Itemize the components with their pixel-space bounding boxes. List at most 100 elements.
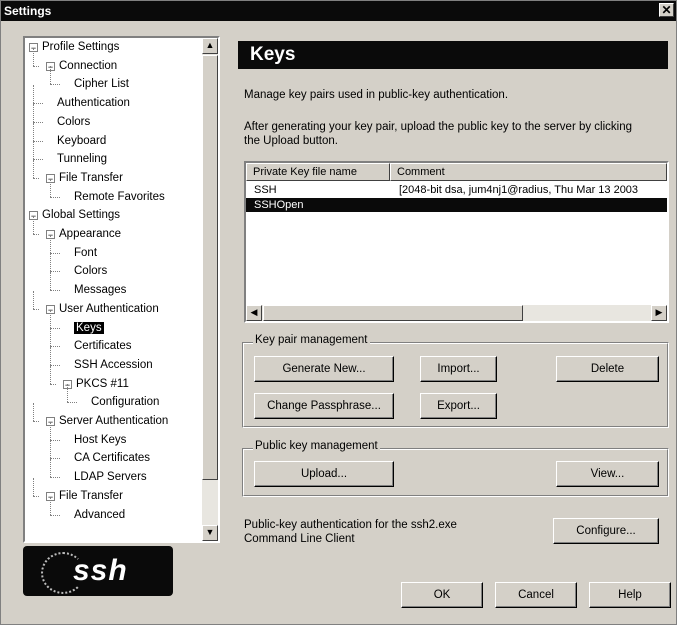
column-header-comment[interactable]: Comment — [390, 163, 667, 181]
scroll-left-arrow-icon[interactable]: ◀ — [246, 305, 262, 321]
key-comment: [2048-bit dsa, jum4nj1@radius, Thu Mar 1… — [399, 184, 639, 196]
view-button[interactable]: View... — [556, 461, 659, 487]
tree-item[interactable]: Font — [74, 246, 97, 260]
tree-item[interactable]: Advanced — [74, 508, 125, 522]
page-header: Keys — [238, 41, 668, 69]
tree-connector-line — [33, 85, 34, 104]
tree-scroll-thumb[interactable] — [202, 55, 218, 480]
table-row[interactable]: SSH [2048-bit dsa, jum4nj1@radius, Thu M… — [246, 183, 667, 197]
ok-button[interactable]: OK — [401, 582, 483, 608]
generate-new-button[interactable]: Generate New... — [254, 356, 394, 382]
tree-item[interactable]: Colors — [74, 264, 107, 278]
tree-item-label: Advanced — [74, 508, 126, 521]
tree-item[interactable]: Keyboard — [57, 134, 106, 148]
tree-connector-line — [50, 459, 51, 478]
tree-connector-line — [33, 141, 34, 160]
tree-item[interactable]: Messages — [74, 283, 126, 297]
tree-item-label: SSH Accession — [74, 358, 153, 371]
tree-connector-line — [50, 328, 51, 347]
tree-connector-line — [33, 216, 34, 234]
tree-item-label: Certificates — [74, 340, 132, 353]
tree-connector-line — [50, 421, 51, 440]
scroll-right-arrow-icon[interactable]: ▶ — [651, 305, 667, 321]
import-button[interactable]: Import... — [420, 356, 497, 382]
tree-connector-line — [50, 346, 51, 365]
tree-connector-line — [33, 421, 39, 422]
cancel-button[interactable]: Cancel — [495, 582, 577, 608]
column-header-file-name[interactable]: Private Key file name — [246, 163, 390, 181]
key-file-name: SSH — [254, 184, 277, 196]
tree-item-label: CA Certificates — [74, 452, 151, 465]
close-icon[interactable]: ✕ — [659, 3, 674, 17]
tree-item[interactable]: Authentication — [57, 96, 130, 110]
tree-item-label: Global Settings — [42, 209, 120, 222]
scroll-up-arrow-icon[interactable]: ▲ — [202, 38, 218, 54]
tree-item[interactable]: Keys — [74, 321, 104, 335]
tree-connector-line — [50, 440, 51, 459]
tree-item-label: Colors — [74, 265, 108, 278]
tree-item[interactable]: Appearance — [59, 227, 121, 241]
tree-connector-line — [50, 496, 51, 515]
tree-item[interactable]: LDAP Servers — [74, 470, 147, 484]
tree-item-label: Profile Settings — [42, 41, 120, 53]
export-button[interactable]: Export... — [420, 393, 497, 419]
ssh-logo: ssh — [23, 546, 173, 596]
tree-item[interactable]: File Transfer — [59, 489, 123, 503]
tree-vertical-scrollbar[interactable]: ▲ ▼ — [202, 38, 218, 541]
tree-item[interactable]: Cipher List — [74, 77, 129, 91]
tree-item[interactable]: Tunneling — [57, 152, 107, 166]
tree-item-label: PKCS #11 — [76, 377, 129, 390]
help-button[interactable]: Help — [589, 582, 671, 608]
scroll-down-arrow-icon[interactable]: ▼ — [202, 525, 218, 541]
tree-item-label: Host Keys — [74, 433, 127, 446]
table-row[interactable]: SSHOpen — [246, 198, 667, 212]
tree-connector-line — [33, 103, 34, 122]
tree-connector-line — [33, 290, 34, 309]
configure-button[interactable]: Configure... — [553, 518, 659, 544]
tree-item-label: File Transfer — [59, 489, 123, 502]
upload-button[interactable]: Upload... — [254, 461, 394, 487]
settings-tree: ▲ ▼ − Profile Settings − Connection Cipher L… — [23, 36, 220, 543]
panel-description: Manage key pairs used in public-key auth… — [244, 89, 509, 101]
tree-item[interactable]: Server Authentication — [59, 414, 168, 428]
change-passphrase-button[interactable]: Change Passphrase... — [254, 393, 394, 419]
key-list-scroll-thumb[interactable] — [263, 305, 523, 321]
panel-instructions-line1: After generating your key pair, upload t… — [244, 121, 633, 133]
key-file-name: SSHOpen — [254, 199, 304, 211]
tree-item-label: Font — [74, 246, 98, 259]
tree-connector-line — [33, 65, 39, 67]
tree-connector-line — [50, 364, 60, 366]
tree-item[interactable]: Colors — [57, 115, 90, 129]
tree-item[interactable]: Global Settings — [42, 208, 120, 222]
tree-connector-line — [50, 365, 51, 384]
tree-item-label: Connection — [59, 59, 118, 72]
delete-button[interactable]: Delete — [556, 356, 659, 382]
tree-item[interactable]: PKCS #11 — [76, 377, 129, 391]
tree-connector-line — [33, 140, 43, 142]
tree-item-label: Appearance — [59, 228, 122, 240]
tree-item-label: User Authentication — [59, 302, 159, 315]
tree-item[interactable]: Remote Favorites — [74, 190, 165, 204]
tree-item[interactable]: Configuration — [91, 395, 159, 409]
tree-item[interactable]: Profile Settings — [42, 40, 119, 54]
window-title: Settings — [4, 4, 52, 18]
tree-item[interactable]: File Transfer — [59, 171, 123, 185]
tree-item[interactable]: SSH Accession — [74, 358, 153, 372]
key-list[interactable]: Private Key file name Comment SSH [2048-… — [244, 161, 669, 323]
tree-connector-line — [33, 159, 34, 178]
tree-connector-line — [50, 178, 51, 197]
tree-item[interactable]: Certificates — [74, 339, 132, 353]
tree-connector-line — [50, 439, 60, 441]
tree-connector-line — [50, 383, 56, 385]
tree-connector-line — [50, 514, 60, 516]
tree-item[interactable]: Host Keys — [74, 433, 126, 447]
tree-item-label: Keyboard — [57, 134, 107, 147]
tree-connector-line — [50, 290, 60, 292]
tree-item[interactable]: CA Certificates — [74, 451, 150, 465]
tree-connector-line — [50, 84, 60, 86]
tree-item-label: Remote Favorites — [74, 190, 165, 203]
tree-item[interactable]: User Authentication — [59, 302, 159, 316]
tree-item[interactable]: Connection — [59, 59, 117, 73]
key-list-horizontal-scrollbar[interactable]: ◀ ▶ — [246, 305, 667, 321]
tree-item-label: Authentication — [57, 97, 130, 110]
